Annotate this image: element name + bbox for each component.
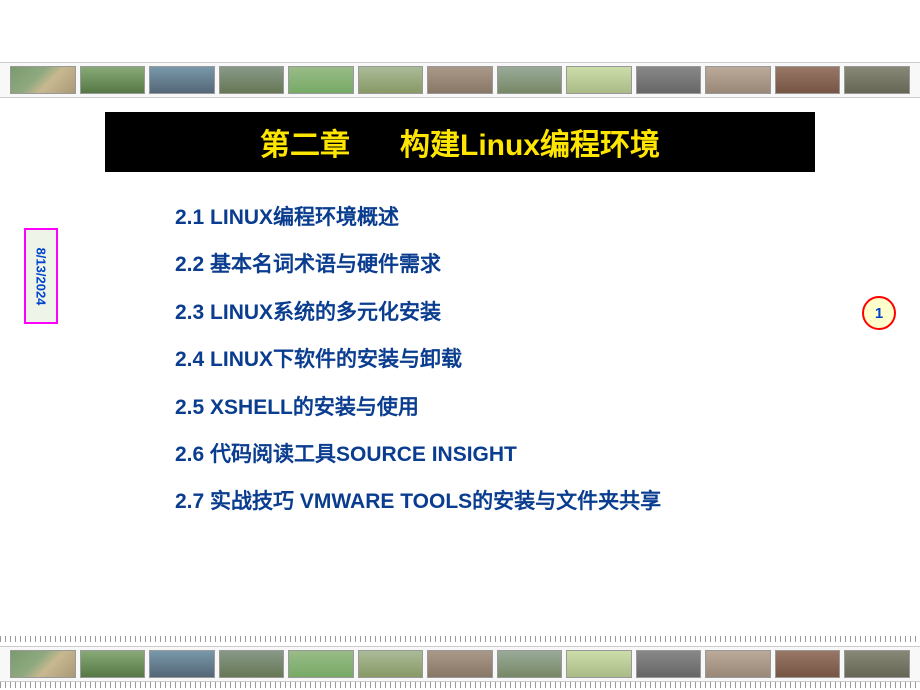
thumbnail	[149, 650, 215, 678]
thumbnail	[775, 66, 841, 94]
toc-item: 2.2 基本名词术语与硬件需求	[175, 250, 795, 279]
thumbnail	[288, 650, 354, 678]
chapter-title: 构建Linux编程环境	[400, 120, 660, 164]
date-badge: 8/13/2024	[24, 228, 58, 324]
thumbnail	[427, 66, 493, 94]
chapter-label: 第二章	[260, 120, 350, 164]
thumbnail	[844, 650, 910, 678]
toc-item: 2.5 XSHELL的安装与使用	[175, 393, 795, 422]
thumbnail	[566, 650, 632, 678]
thumbnail	[80, 66, 146, 94]
thumbnail	[219, 650, 285, 678]
thumbnail	[358, 66, 424, 94]
thumbnail-strip-bottom	[0, 646, 920, 682]
thumbnail	[636, 66, 702, 94]
thumbnail	[10, 650, 76, 678]
ruler-decoration	[0, 682, 920, 688]
thumbnail	[705, 650, 771, 678]
thumbnail	[358, 650, 424, 678]
toc-item: 2.3 LINUX系统的多元化安装	[175, 298, 795, 327]
thumbnail	[844, 66, 910, 94]
thumbnail	[80, 650, 146, 678]
page-number: 1	[875, 305, 883, 322]
thumbnail	[705, 66, 771, 94]
toc-item: 2.1 LINUX编程环境概述	[175, 203, 795, 232]
table-of-contents: 2.1 LINUX编程环境概述 2.2 基本名词术语与硬件需求 2.3 LINU…	[175, 203, 795, 535]
date-text: 8/13/2024	[34, 247, 49, 305]
thumbnail-strip-top	[0, 62, 920, 98]
toc-item: 2.7 实战技巧 VMWARE TOOLS的安装与文件夹共享	[175, 487, 795, 516]
thumbnail	[149, 66, 215, 94]
thumbnail	[219, 66, 285, 94]
thumbnail	[288, 66, 354, 94]
thumbnail	[636, 650, 702, 678]
thumbnail	[497, 650, 563, 678]
toc-item: 2.4 LINUX下软件的安装与卸载	[175, 345, 795, 374]
page-number-badge: 1	[862, 296, 896, 330]
thumbnail	[566, 66, 632, 94]
toc-item: 2.6 代码阅读工具SOURCE INSIGHT	[175, 440, 795, 469]
ruler-decoration	[0, 636, 920, 642]
thumbnail	[775, 650, 841, 678]
thumbnail	[427, 650, 493, 678]
thumbnail	[10, 66, 76, 94]
chapter-title-banner: 第二章 构建Linux编程环境	[105, 112, 815, 172]
thumbnail	[497, 66, 563, 94]
